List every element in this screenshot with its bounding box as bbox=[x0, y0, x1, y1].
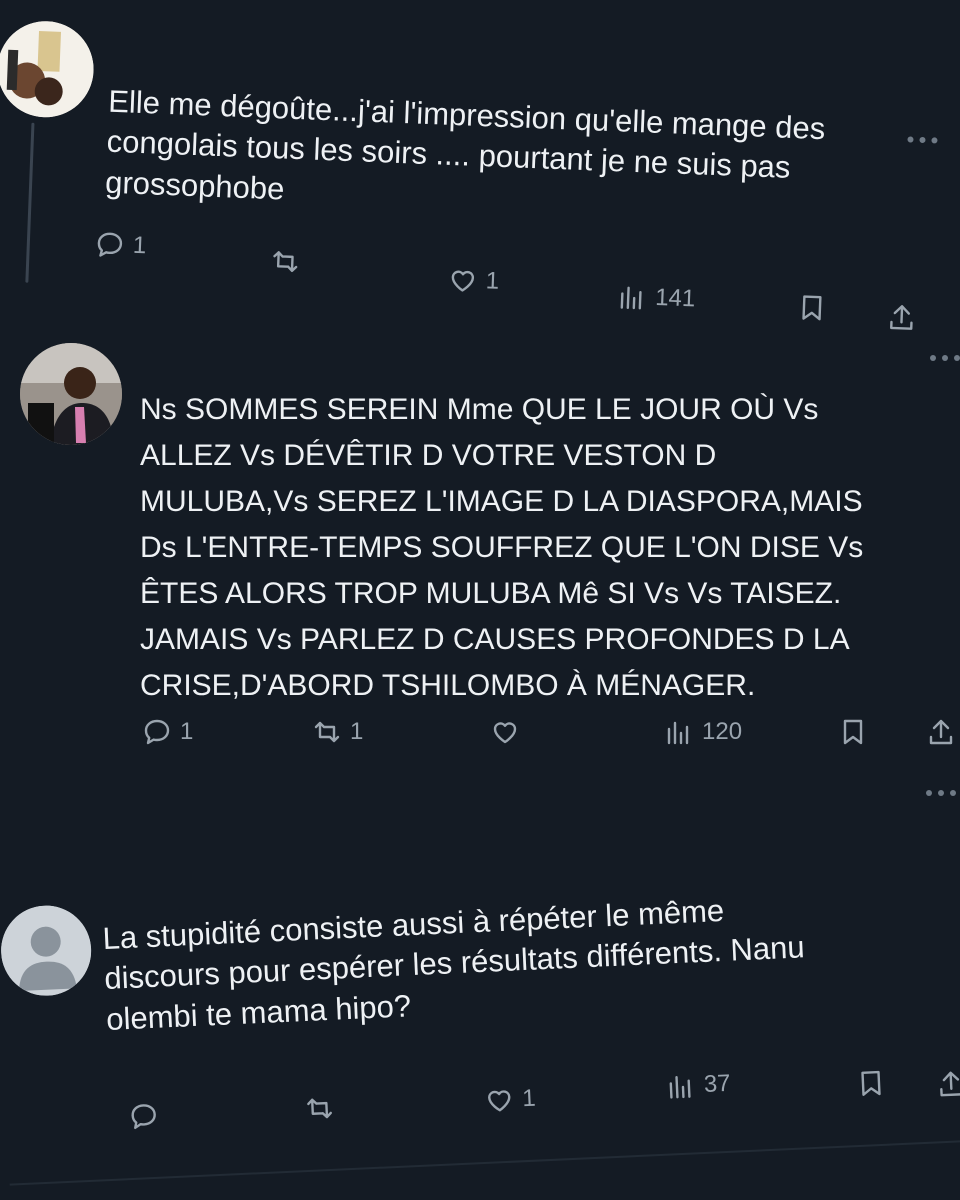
bar-chart-icon bbox=[620, 286, 642, 310]
bookmark-icon bbox=[861, 1070, 881, 1096]
repost-arrows-icon bbox=[314, 721, 340, 743]
reply-button[interactable]: 1 bbox=[94, 229, 147, 261]
views-button[interactable]: 37 bbox=[665, 1069, 731, 1102]
views-button[interactable]: 141 bbox=[617, 281, 696, 314]
reply-text: Elle me dégoûte...j'ai l'impression qu'e… bbox=[104, 83, 826, 207]
reply-count: 1 bbox=[180, 718, 194, 745]
views-count: 120 bbox=[702, 718, 743, 745]
repost-arrows-icon bbox=[307, 1098, 332, 1119]
like-button[interactable]: 1 bbox=[484, 1084, 537, 1116]
speech-bubble-icon bbox=[97, 232, 123, 257]
repost-button[interactable] bbox=[270, 246, 309, 277]
reply-count: 1 bbox=[132, 231, 147, 260]
reply-text: Ns SOMMES SEREIN Mme QUE LE JOUR OÙ Vs A… bbox=[140, 393, 864, 702]
share-button[interactable] bbox=[935, 1068, 960, 1099]
reply-thread: Elle me dégoûte...j'ai l'impression qu'e… bbox=[0, 0, 960, 1200]
like-button[interactable] bbox=[490, 717, 528, 747]
more-options-icon[interactable] bbox=[930, 355, 960, 361]
reply-post[interactable]: Elle me dégoûte...j'ai l'impression qu'e… bbox=[0, 0, 960, 358]
views-button[interactable]: 120 bbox=[664, 717, 742, 747]
heart-icon bbox=[451, 270, 475, 292]
heart-icon bbox=[488, 1090, 511, 1112]
share-arrow-icon bbox=[890, 305, 913, 330]
repost-arrows-icon bbox=[273, 251, 298, 273]
bar-chart-icon bbox=[669, 1076, 691, 1099]
bookmark-icon bbox=[843, 719, 863, 745]
repost-button[interactable]: 1 bbox=[312, 717, 363, 747]
speech-bubble-icon bbox=[131, 1104, 156, 1130]
bookmark-button[interactable] bbox=[796, 292, 827, 323]
reply-button[interactable]: 1 bbox=[142, 717, 193, 747]
avatar-photo bbox=[0, 19, 96, 120]
share-arrow-icon bbox=[940, 1071, 960, 1097]
views-count: 37 bbox=[703, 1069, 732, 1098]
bookmark-button[interactable] bbox=[838, 717, 868, 747]
reply-text: La stupidité consiste aussi à répéter le… bbox=[101, 892, 806, 1037]
like-count: 1 bbox=[485, 267, 500, 295]
reply-button[interactable] bbox=[128, 1100, 167, 1132]
avatar-photo bbox=[20, 343, 122, 445]
heart-icon bbox=[493, 722, 517, 744]
reply-post[interactable]: Ns SOMMES SEREIN Mme QUE LE JOUR OÙ Vs A… bbox=[0, 335, 960, 796]
speech-bubble-icon bbox=[144, 719, 170, 745]
default-avatar-icon[interactable] bbox=[0, 903, 94, 998]
bookmark-icon bbox=[802, 295, 822, 321]
thread-line bbox=[25, 122, 35, 283]
bar-chart-icon bbox=[667, 721, 689, 745]
like-button[interactable]: 1 bbox=[447, 265, 500, 297]
repost-count: 1 bbox=[350, 718, 364, 745]
share-arrow-icon bbox=[929, 719, 953, 745]
like-count: 1 bbox=[521, 1084, 537, 1113]
divider bbox=[9, 1140, 960, 1186]
views-count: 141 bbox=[654, 283, 696, 313]
share-button[interactable] bbox=[926, 717, 956, 747]
bookmark-button[interactable] bbox=[855, 1068, 886, 1099]
avatar[interactable] bbox=[20, 343, 122, 445]
avatar[interactable] bbox=[0, 19, 96, 120]
share-button[interactable] bbox=[886, 302, 917, 333]
reply-post[interactable]: La stupidité consiste aussi à répéter le… bbox=[0, 768, 960, 1200]
repost-button[interactable] bbox=[304, 1092, 343, 1124]
